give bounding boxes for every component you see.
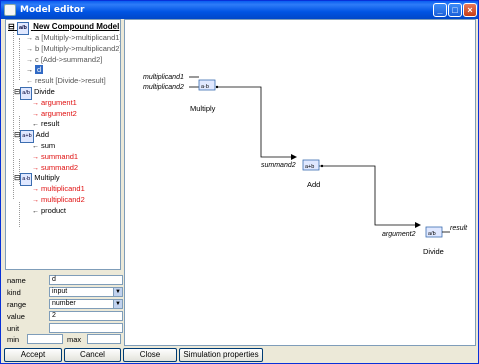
diagram-canvas[interactable]: multiplicand1 multiplicand2 a·b Multiply… xyxy=(124,19,476,346)
tree-item-label: result [Divide->result] xyxy=(35,76,106,86)
tree-item-label: multiplicand1 xyxy=(41,184,85,194)
cancel-button[interactable]: Cancel xyxy=(64,348,121,362)
close-button[interactable]: Close xyxy=(123,348,177,362)
model-tree[interactable]: ⊟ a/b New Compound Model → a [Multiply->m… xyxy=(5,19,121,270)
tree-item-label: a [Multiply->multiplicand1] xyxy=(35,33,121,42)
output-arrow-icon: ← xyxy=(32,207,39,215)
min-field[interactable] xyxy=(27,334,63,344)
divide-input-label: argument2 xyxy=(382,231,416,238)
tree-item[interactable]: ← product xyxy=(32,205,66,216)
close-window-button[interactable]: × xyxy=(463,3,477,17)
range-label: range xyxy=(7,300,27,309)
wire-add-to-divide xyxy=(319,165,415,226)
properties-panel: name d kind input ▼ range number ▼ value… xyxy=(5,271,123,346)
tree-item[interactable]: → argument1 xyxy=(32,97,77,108)
tree-item[interactable]: ← result xyxy=(32,118,59,129)
tree-group-label: Multiply xyxy=(34,173,60,183)
multiply-input2-label: multiplicand2 xyxy=(143,84,184,91)
tree-group-label: Add xyxy=(35,130,49,140)
tree-item[interactable]: → c [Add->summand2] xyxy=(26,54,102,65)
tree-item[interactable]: → argument2 xyxy=(32,108,77,119)
tree-group-divide[interactable]: ⊟ a/b Divide xyxy=(14,86,55,100)
value-field[interactable]: 2 xyxy=(49,311,123,321)
title-bar[interactable]: Model editor _ □ × xyxy=(1,1,478,19)
tree-item[interactable]: → summand2 xyxy=(32,162,78,173)
button-bar: Accept Cancel Close Simulation propertie… xyxy=(1,348,478,363)
tree-item-label: multiplicand2 xyxy=(41,195,85,204)
tree-item[interactable]: → multiplicand1 xyxy=(32,183,85,194)
tree-item-label: argument1 xyxy=(41,97,77,107)
tree-group-add[interactable]: ⊟ a+b Add xyxy=(14,129,49,144)
multiply-block[interactable]: multiplicand1 multiplicand2 a·b Multiply xyxy=(143,74,219,113)
kind-select[interactable]: input ▼ xyxy=(49,287,123,297)
block-icon: a/b xyxy=(20,87,32,100)
tree-item-label: product xyxy=(41,205,67,215)
tree-item-label: argument2 xyxy=(41,108,77,118)
tree-group-multiply[interactable]: ⊟ a·b Multiply xyxy=(14,172,60,187)
diagram-svg: multiplicand1 multiplicand2 a·b Multiply… xyxy=(143,74,468,256)
tree-item[interactable]: ← result [Divide->result] xyxy=(26,75,106,86)
add-block[interactable]: summand2 a+b Add xyxy=(261,154,324,189)
multiply-input1-label: multiplicand1 xyxy=(143,74,184,81)
dropdown-arrow-icon[interactable]: ▼ xyxy=(113,288,122,296)
wire-multiply-to-add xyxy=(216,86,291,158)
model-editor-window: Model editor _ □ × ⊟ a/b New Compound Mo… xyxy=(0,0,479,364)
dropdown-arrow-icon[interactable]: ▼ xyxy=(113,300,122,308)
unit-label: unit xyxy=(7,324,20,333)
divide-title: Divide xyxy=(423,247,444,256)
kind-label: kind xyxy=(7,288,21,297)
tree-item-label: sum xyxy=(41,141,56,150)
multiply-title: Multiply xyxy=(190,104,216,113)
kind-value: input xyxy=(52,288,68,295)
tree-root[interactable]: ⊟ a/b New Compound Model xyxy=(8,21,120,35)
tree-group-label: Divide xyxy=(33,87,55,96)
range-value: number xyxy=(52,300,76,307)
name-label: name xyxy=(7,276,26,285)
add-title: Add xyxy=(307,180,320,189)
max-field[interactable] xyxy=(87,334,121,344)
max-label: max xyxy=(67,335,82,344)
tree-item-label: summand1 xyxy=(41,151,79,161)
add-input-label: summand2 xyxy=(261,162,296,169)
tree-item-label: result xyxy=(41,119,60,129)
block-icon: a·b xyxy=(20,173,33,187)
maximize-button[interactable]: □ xyxy=(448,3,462,17)
unit-field[interactable] xyxy=(49,323,123,333)
tree-item[interactable]: → a [Multiply->multiplicand1] xyxy=(26,32,121,43)
tree-item[interactable]: ← sum xyxy=(32,140,55,151)
name-field[interactable]: d xyxy=(49,275,123,285)
simulation-properties-button[interactable]: Simulation properties xyxy=(179,348,263,362)
tree-item[interactable]: → d xyxy=(26,64,44,75)
tree-item-label: c [Add->summand2] xyxy=(35,54,103,64)
tree-item-label: b [Multiply->multiplicand2] xyxy=(35,43,121,53)
collapse-icon[interactable]: ⊟ xyxy=(8,22,15,31)
app-icon xyxy=(4,4,16,16)
value-label: value xyxy=(7,312,25,321)
tree-item[interactable]: → summand1 xyxy=(32,151,78,162)
tree-item-label: d xyxy=(35,65,44,75)
accept-button[interactable]: Accept xyxy=(4,348,62,362)
divide-output-label: result xyxy=(450,225,468,232)
divide-block[interactable]: argument2 a/b result Divide xyxy=(382,222,468,256)
window-title: Model editor xyxy=(20,5,85,15)
tree-item-label: summand2 xyxy=(41,162,79,172)
tree-item[interactable]: → b [Multiply->multiplicand2] xyxy=(26,43,121,54)
divide-icon-label: a/b xyxy=(428,231,436,237)
range-select[interactable]: number ▼ xyxy=(49,299,123,309)
min-label: min xyxy=(7,335,20,344)
multiply-icon-label: a·b xyxy=(201,84,209,90)
tree-root-label: New Compound Model xyxy=(33,22,120,31)
add-icon-label: a+b xyxy=(305,164,314,170)
minimize-button[interactable]: _ xyxy=(433,3,447,17)
tree-item[interactable]: → multiplicand2 xyxy=(32,194,85,205)
